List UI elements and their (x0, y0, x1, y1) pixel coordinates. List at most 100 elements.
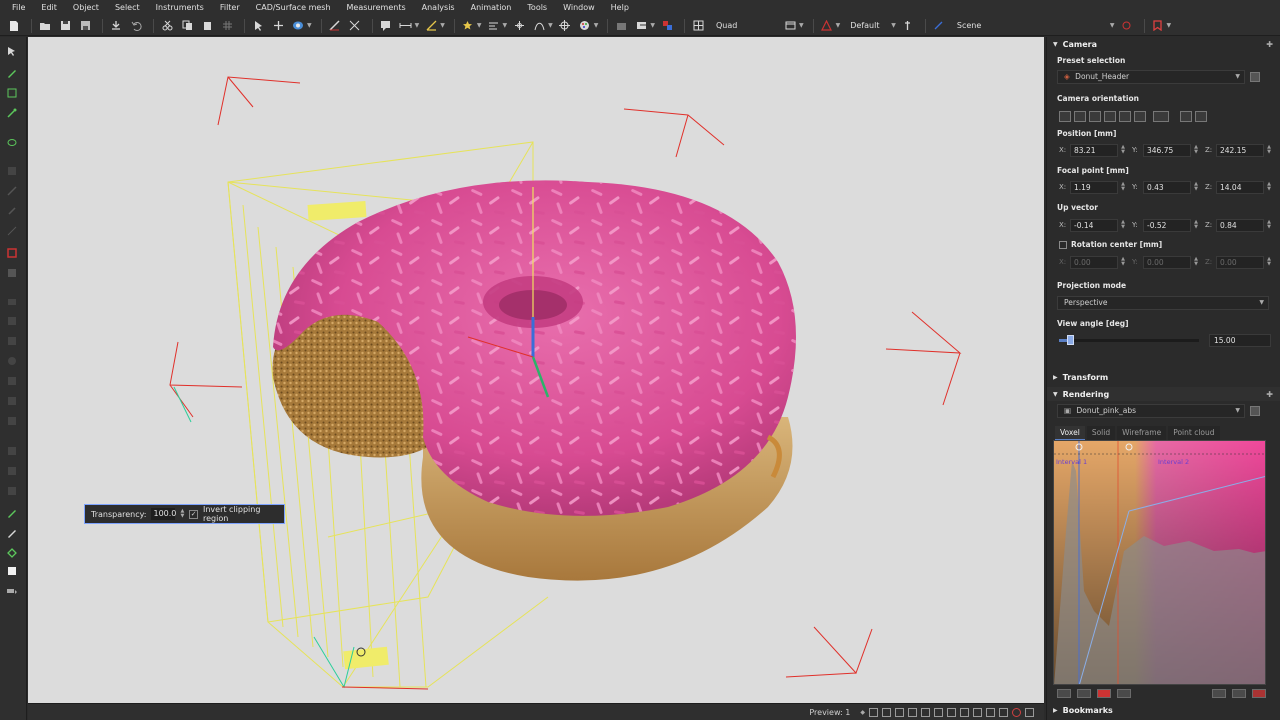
foreground-color-icon[interactable] (5, 565, 19, 577)
view-angle-slider-track[interactable] (1059, 339, 1199, 342)
position-x-input[interactable]: 83.21 ▲ ▼ (1070, 143, 1125, 157)
pencil-icon[interactable] (5, 527, 19, 539)
spin-arrows-icon[interactable]: ◆ (860, 709, 865, 716)
zoom-in-icon[interactable] (882, 707, 891, 717)
magic-wand-icon[interactable] (5, 107, 19, 119)
pen-icon[interactable] (5, 67, 19, 79)
viewport-scene[interactable] (28, 37, 1044, 703)
view-front-icon[interactable] (1059, 111, 1071, 122)
view-back-icon[interactable] (934, 707, 943, 717)
region-color-icon[interactable] (5, 247, 19, 259)
viewport-settings-icon[interactable] (782, 18, 798, 34)
rendering-section-header[interactable]: ▼ Rendering ✚ (1047, 387, 1280, 401)
new-file-icon[interactable] (6, 18, 22, 34)
menu-cad-surface-mesh[interactable]: CAD/Surface mesh (248, 0, 339, 16)
reset-view-icon[interactable] (1195, 111, 1207, 122)
opacity-icon[interactable] (1077, 688, 1091, 698)
rotate-icon[interactable] (908, 707, 917, 717)
menu-analysis[interactable]: Analysis (414, 0, 463, 16)
annotation-icon[interactable] (378, 18, 394, 34)
chevron-down-icon[interactable]: ▼ (650, 22, 655, 29)
save-icon[interactable] (57, 18, 73, 34)
grid-icon[interactable] (219, 18, 235, 34)
transform-section-header[interactable]: ▶ Transform (1047, 370, 1280, 384)
render-object-dropdown[interactable]: ▣ Donut_pink_abs ▼ (1057, 404, 1245, 418)
menu-help[interactable]: Help (603, 0, 637, 16)
view-back-icon[interactable] (1074, 111, 1086, 122)
view-right-icon[interactable] (960, 707, 969, 717)
bookmark-icon[interactable] (1150, 18, 1166, 34)
undo-icon[interactable] (128, 18, 144, 34)
menu-filter[interactable]: Filter (212, 0, 248, 16)
favorites-icon[interactable] (460, 18, 476, 34)
view-left-icon[interactable] (947, 707, 956, 717)
chevron-down-icon[interactable]: ▼ (415, 22, 420, 29)
render-preset-dropdown[interactable]: Default (850, 21, 888, 30)
more-icon[interactable] (1232, 688, 1246, 698)
layout-dropdown[interactable]: Quad (716, 21, 776, 30)
up-y-input[interactable]: -0.52 ▲ ▼ (1143, 218, 1198, 232)
move-icon[interactable] (270, 18, 286, 34)
view-left-icon[interactable] (1089, 111, 1101, 122)
menu-measurements[interactable]: Measurements (339, 0, 414, 16)
menu-animation[interactable]: Animation (463, 0, 520, 16)
menu-file[interactable]: File (0, 0, 33, 16)
histogram-icon[interactable] (1057, 688, 1071, 698)
rotation-center-checkbox[interactable] (1059, 241, 1067, 249)
settings-icon[interactable] (1025, 707, 1034, 717)
view-angle-slider-handle[interactable] (1067, 335, 1074, 345)
focal-x-input[interactable]: 1.19 ▲ ▼ (1070, 180, 1125, 194)
focal-z-input[interactable]: 14.04 ▲ ▼ (1216, 180, 1271, 194)
tab-wireframe[interactable]: Wireframe (1117, 426, 1167, 440)
chevron-down-icon[interactable]: ▼ (1167, 22, 1172, 29)
layout-icon[interactable] (690, 18, 706, 34)
measure-distance-icon[interactable] (398, 18, 414, 34)
position-z-input[interactable]: 242.15 ▲ ▼ (1216, 143, 1271, 157)
list-icon[interactable] (1212, 688, 1226, 698)
lasso-icon[interactable] (5, 137, 19, 149)
save-as-icon[interactable] (77, 18, 93, 34)
bookmarks-section-header[interactable]: ▶ Bookmarks (1047, 703, 1280, 717)
lighting-icon[interactable] (819, 18, 835, 34)
transform-icon[interactable] (511, 18, 527, 34)
chevron-down-icon[interactable]: ▼ (836, 22, 841, 29)
open-folder-icon[interactable] (37, 18, 53, 34)
chevron-down-icon[interactable]: ▼ (1110, 22, 1115, 29)
fit-selection-icon[interactable] (1180, 111, 1192, 122)
view-mode-icon[interactable] (290, 18, 306, 34)
position-y-input[interactable]: 346.75 ▲ ▼ (1143, 143, 1198, 157)
clip-plane-icon[interactable] (327, 18, 343, 34)
transparency-input[interactable]: 100.0 (151, 508, 176, 520)
import-icon[interactable] (108, 18, 124, 34)
view-bottom-icon[interactable] (986, 707, 995, 717)
polygon-icon[interactable] (5, 547, 19, 559)
chevron-down-icon[interactable]: ▼ (477, 22, 482, 29)
menu-select[interactable]: Select (107, 0, 148, 16)
cut-icon[interactable] (159, 18, 175, 34)
chevron-down-icon[interactable]: ▼ (503, 22, 508, 29)
transfer-function-graph[interactable] (1054, 441, 1266, 685)
menu-edit[interactable]: Edit (33, 0, 65, 16)
chevron-down-icon[interactable]: ▼ (548, 22, 553, 29)
camera-preset-dropdown[interactable]: ◈ Donut_Header ▼ (1057, 70, 1245, 84)
record-icon[interactable] (1012, 707, 1021, 717)
invert-clipping-checkbox[interactable]: ✓ (189, 509, 198, 519)
color-palette-icon[interactable] (577, 18, 593, 34)
menu-tools[interactable]: Tools (519, 0, 555, 16)
camera-section-header[interactable]: ▼ Camera ✚ (1047, 37, 1280, 51)
chevron-down-icon[interactable]: ▼ (799, 22, 804, 29)
select-mode-icon[interactable] (250, 18, 266, 34)
color-icon[interactable] (1097, 688, 1111, 698)
snap-icon[interactable] (1119, 18, 1135, 34)
paste-icon[interactable] (199, 18, 215, 34)
3d-viewport[interactable]: Transparency: 100.0 ▲ ▼ ✓ Invert clipping… (28, 37, 1044, 703)
up-z-input[interactable]: 0.84 ▲ ▼ (1216, 218, 1271, 232)
tab-point-cloud[interactable]: Point cloud (1168, 426, 1220, 440)
report-icon[interactable] (659, 18, 675, 34)
close-icon[interactable] (1252, 688, 1266, 698)
curve-icon[interactable] (531, 18, 547, 34)
tab-voxel[interactable]: Voxel (1055, 426, 1085, 440)
view-top-icon[interactable] (973, 707, 982, 717)
scene-icon[interactable] (931, 18, 947, 34)
scene-dropdown[interactable]: Scene (957, 21, 1107, 30)
